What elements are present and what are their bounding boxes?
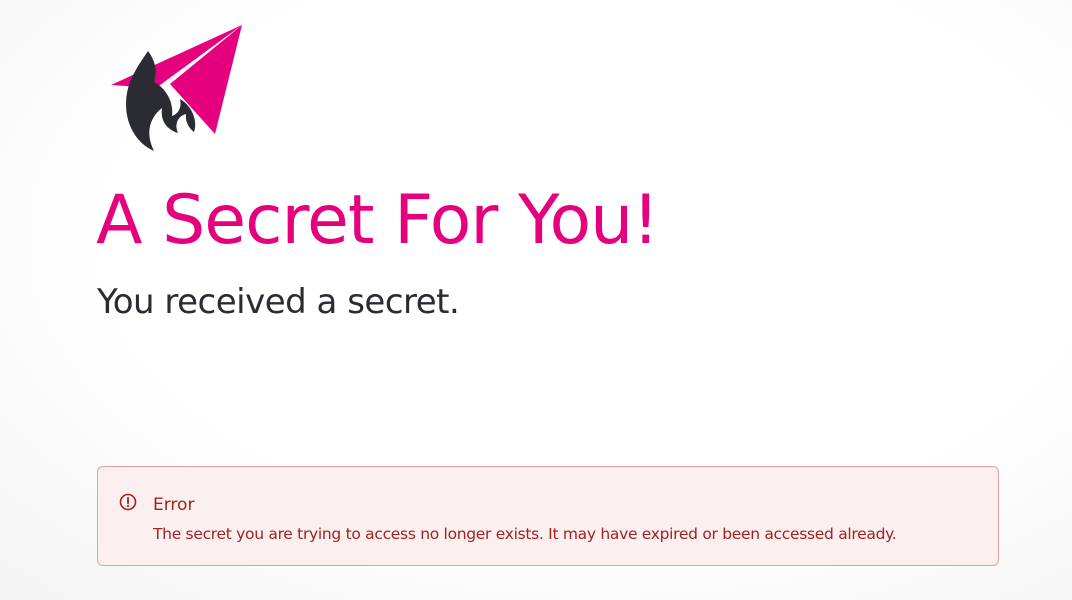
flame-paper-plane-logo [108,22,248,154]
error-alert: Error The secret you are trying to acces… [97,466,999,566]
error-message: The secret you are trying to access no l… [153,525,897,543]
error-title: Error [153,495,195,515]
page-subtitle: You received a secret. [97,282,460,322]
exclamation-circle-icon [119,493,137,511]
page-title: A Secret For You! [96,181,659,260]
